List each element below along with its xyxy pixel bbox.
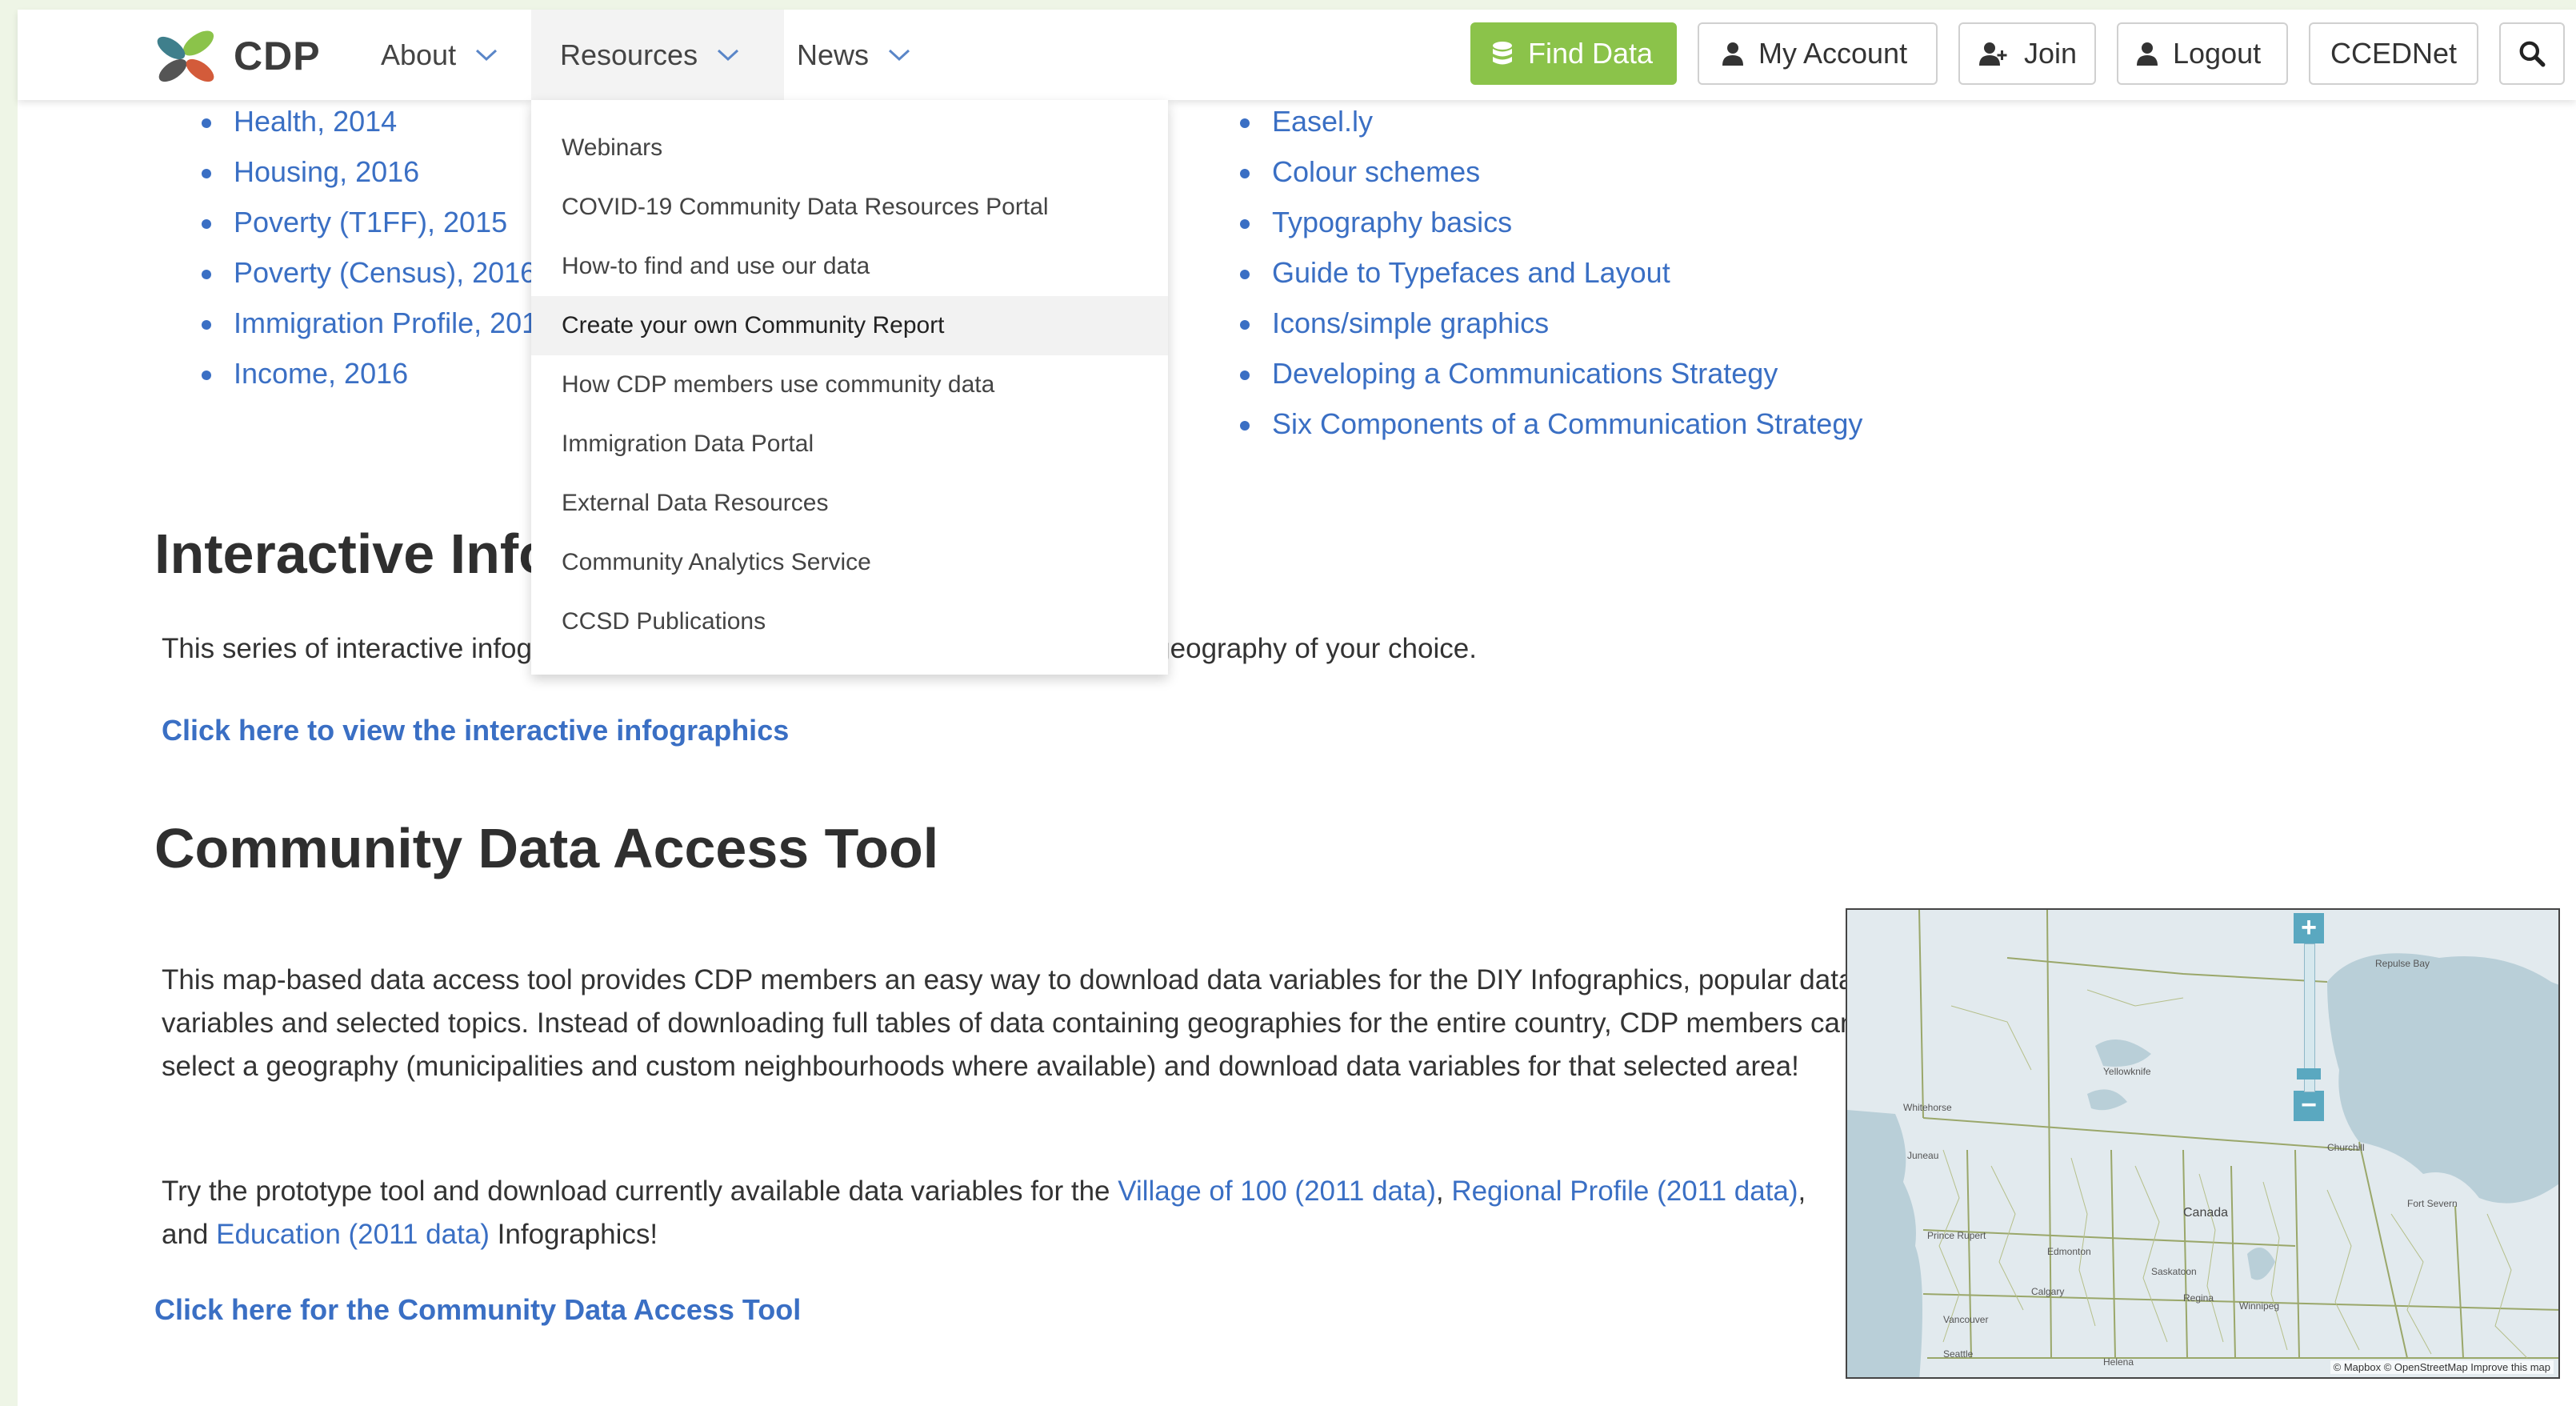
list-item[interactable]: Health, 2014	[195, 106, 554, 156]
menu-item-immigration-portal[interactable]: Immigration Data Portal	[531, 415, 1168, 474]
cdp-logo-icon	[157, 30, 214, 82]
village-of-100-link[interactable]: Village of 100 (2011 data)	[1118, 1176, 1436, 1207]
nav-news[interactable]: News	[797, 10, 910, 100]
zoom-out-button[interactable]: −	[2294, 1091, 2324, 1121]
my-account-label: My Account	[1758, 37, 1908, 70]
access-tool-description: This map-based data access tool provides…	[162, 964, 1856, 1082]
resources-dropdown-menu: Webinars COVID-19 Community Data Resourc…	[531, 100, 1168, 675]
database-icon	[1493, 42, 1512, 65]
zoom-in-button[interactable]: +	[2294, 913, 2324, 943]
map-label: Juneau	[1907, 1150, 1939, 1161]
menu-item-how-to-find-data[interactable]: How-to find and use our data	[531, 237, 1168, 296]
list-item[interactable]: Icons/simple graphics	[1234, 307, 1862, 358]
list-item[interactable]: Six Components of a Communication Strate…	[1234, 408, 1862, 459]
list-item[interactable]: Developing a Communications Strategy	[1234, 358, 1862, 408]
menu-item-webinars[interactable]: Webinars	[531, 118, 1168, 178]
search-button[interactable]	[2499, 22, 2565, 85]
access-tool-link[interactable]: Click here for the Community Data Access…	[154, 1293, 801, 1327]
list-item[interactable]: Income, 2016	[195, 358, 554, 408]
map-label: Vancouver	[1943, 1314, 1989, 1325]
find-data-button[interactable]: Find Data	[1470, 22, 1677, 85]
chevron-down-icon	[718, 49, 739, 61]
map-label: Canada	[2183, 1206, 2229, 1220]
menu-item-covid-portal[interactable]: COVID-19 Community Data Resources Portal	[531, 178, 1168, 237]
map-label: Saskatoon	[2151, 1266, 2197, 1277]
access-tool-heading: Community Data Access Tool	[154, 817, 939, 879]
list-item[interactable]: Colour schemes	[1234, 156, 1862, 206]
infographic-list: Health, 2014 Housing, 2016 Poverty (T1FF…	[195, 106, 554, 408]
my-account-button[interactable]: My Account	[1698, 22, 1938, 85]
search-icon	[2519, 41, 2546, 67]
map-label: Prince Rupert	[1927, 1230, 1986, 1241]
user-plus-icon	[1979, 42, 2007, 66]
map-label: Edmonton	[2047, 1246, 2091, 1257]
prototype-text-end: Infographics!	[489, 1219, 658, 1250]
map-label: Yellowknife	[2103, 1066, 2151, 1077]
join-button[interactable]: Join	[1958, 22, 2096, 85]
map-label: Seattle	[1943, 1348, 1974, 1360]
logout-button[interactable]: Logout	[2117, 22, 2288, 85]
design-resources-list: Easel.ly Colour schemes Typography basic…	[1234, 106, 1862, 459]
logout-label: Logout	[2173, 37, 2262, 70]
ccednet-button[interactable]: CCEDNet	[2309, 22, 2478, 85]
nav-about-label: About	[381, 38, 457, 71]
regional-profile-link[interactable]: Regional Profile (2011 data)	[1451, 1176, 1798, 1207]
list-item[interactable]: Typography basics	[1234, 206, 1862, 257]
user-icon	[2137, 42, 2158, 66]
separator: ,	[1435, 1176, 1452, 1207]
site-logo[interactable]: CDP	[152, 24, 321, 88]
data-access-map[interactable]: + − Repulse Bay Yellowknife Whitehorse C…	[1846, 908, 2560, 1379]
map-label: Repulse Bay	[2375, 958, 2430, 969]
nav-about[interactable]: About	[381, 10, 498, 100]
view-infographics-link[interactable]: Click here to view the interactive infog…	[162, 714, 789, 747]
logo-text: CDP	[234, 34, 321, 78]
menu-item-community-report[interactable]: Create your own Community Report	[531, 296, 1168, 355]
find-data-label: Find Data	[1528, 37, 1654, 70]
map-label: Fort Severn	[2407, 1198, 2458, 1209]
menu-item-analytics-service[interactable]: Community Analytics Service	[531, 533, 1168, 592]
list-item[interactable]: Guide to Typefaces and Layout	[1234, 257, 1862, 307]
list-item[interactable]: Poverty (Census), 2016	[195, 257, 554, 307]
list-item[interactable]: Poverty (T1FF), 2015	[195, 206, 554, 257]
nav-resources-label: Resources	[560, 38, 698, 71]
map-label: Helena	[2103, 1356, 2134, 1368]
prototype-text-start: Try the prototype tool and download curr…	[162, 1176, 1118, 1207]
ccednet-label: CCEDNet	[2330, 37, 2458, 70]
join-label: Join	[2024, 37, 2078, 70]
map-label: Churchill	[2327, 1142, 2365, 1153]
access-tool-prototype-text: Try the prototype tool and download curr…	[162, 1170, 1858, 1256]
map-label: Calgary	[2031, 1286, 2065, 1297]
map-label: Regina	[2183, 1292, 2214, 1304]
top-navigation: CDP About Resources News Find Data My Ac…	[18, 10, 2576, 100]
education-link[interactable]: Education (2011 data)	[216, 1219, 490, 1250]
map-attribution[interactable]: © Mapbox © OpenStreetMap Improve this ma…	[2330, 1360, 2554, 1374]
menu-item-members-use-data[interactable]: How CDP members use community data	[531, 355, 1168, 415]
menu-item-external-data[interactable]: External Data Resources	[531, 474, 1168, 533]
map-label: Whitehorse	[1903, 1102, 1952, 1113]
nav-news-label: News	[797, 38, 870, 71]
zoom-slider-handle[interactable]	[2297, 1068, 2321, 1080]
map-canvas	[1847, 910, 2558, 1377]
nav-resources[interactable]: Resources	[531, 10, 784, 100]
chevron-down-icon	[476, 49, 498, 61]
list-item[interactable]: Housing, 2016	[195, 156, 554, 206]
chevron-down-icon	[889, 49, 910, 61]
list-item[interactable]: Easel.ly	[1234, 106, 1862, 156]
menu-item-ccsd-publications[interactable]: CCSD Publications	[531, 592, 1168, 651]
page: CDP About Resources News Find Data My Ac…	[18, 10, 2576, 1406]
user-icon	[1722, 42, 1743, 66]
map-label: Winnipeg	[2239, 1300, 2280, 1312]
list-item[interactable]: Immigration Profile, 2016	[195, 307, 554, 358]
